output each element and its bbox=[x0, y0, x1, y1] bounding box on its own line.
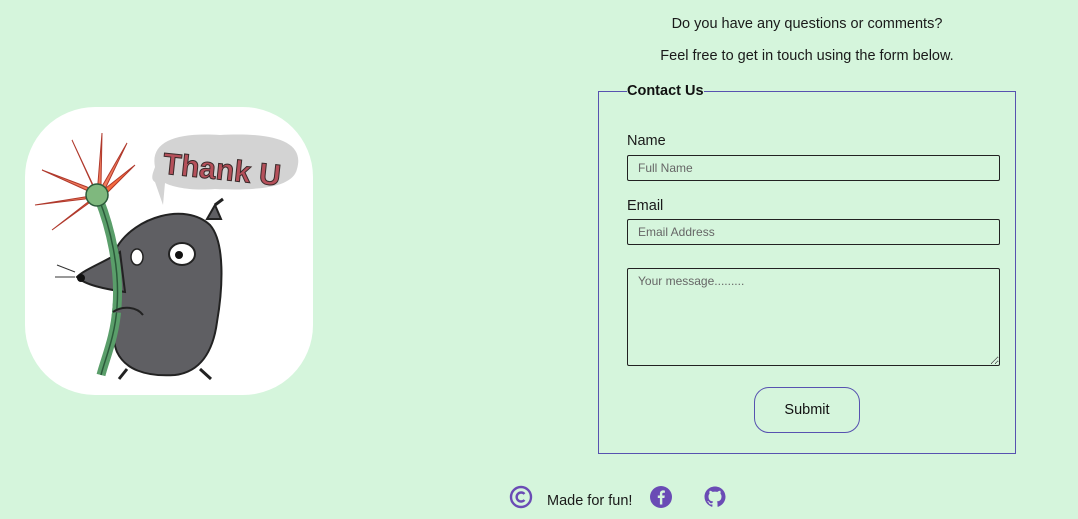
name-input[interactable] bbox=[627, 155, 1000, 181]
footer: Made for fun! bbox=[0, 485, 1078, 511]
email-input[interactable] bbox=[627, 219, 1000, 245]
intro-question-text: Do you have any questions or comments? bbox=[671, 16, 943, 32]
submit-button[interactable]: Submit bbox=[754, 387, 860, 433]
contact-form-legend: Contact Us bbox=[627, 83, 704, 99]
intro-instruction-text: Feel free to get in touch using the form… bbox=[660, 48, 954, 64]
github-icon[interactable] bbox=[703, 485, 727, 514]
message-textarea[interactable] bbox=[627, 268, 1000, 366]
footer-text: Made for fun! bbox=[547, 493, 633, 509]
thank-you-illustration: Thank U bbox=[25, 107, 313, 395]
mouse-with-flower-illustration: Thank U bbox=[34, 132, 299, 381]
copyright-icon bbox=[509, 485, 533, 514]
contact-form: Contact Us Name Email Submit bbox=[598, 83, 1016, 454]
contact-page: Thank U Do you have any questions or com… bbox=[0, 0, 1078, 519]
facebook-icon[interactable] bbox=[649, 485, 673, 514]
email-label: Email bbox=[627, 198, 664, 214]
name-label: Name bbox=[627, 133, 666, 149]
